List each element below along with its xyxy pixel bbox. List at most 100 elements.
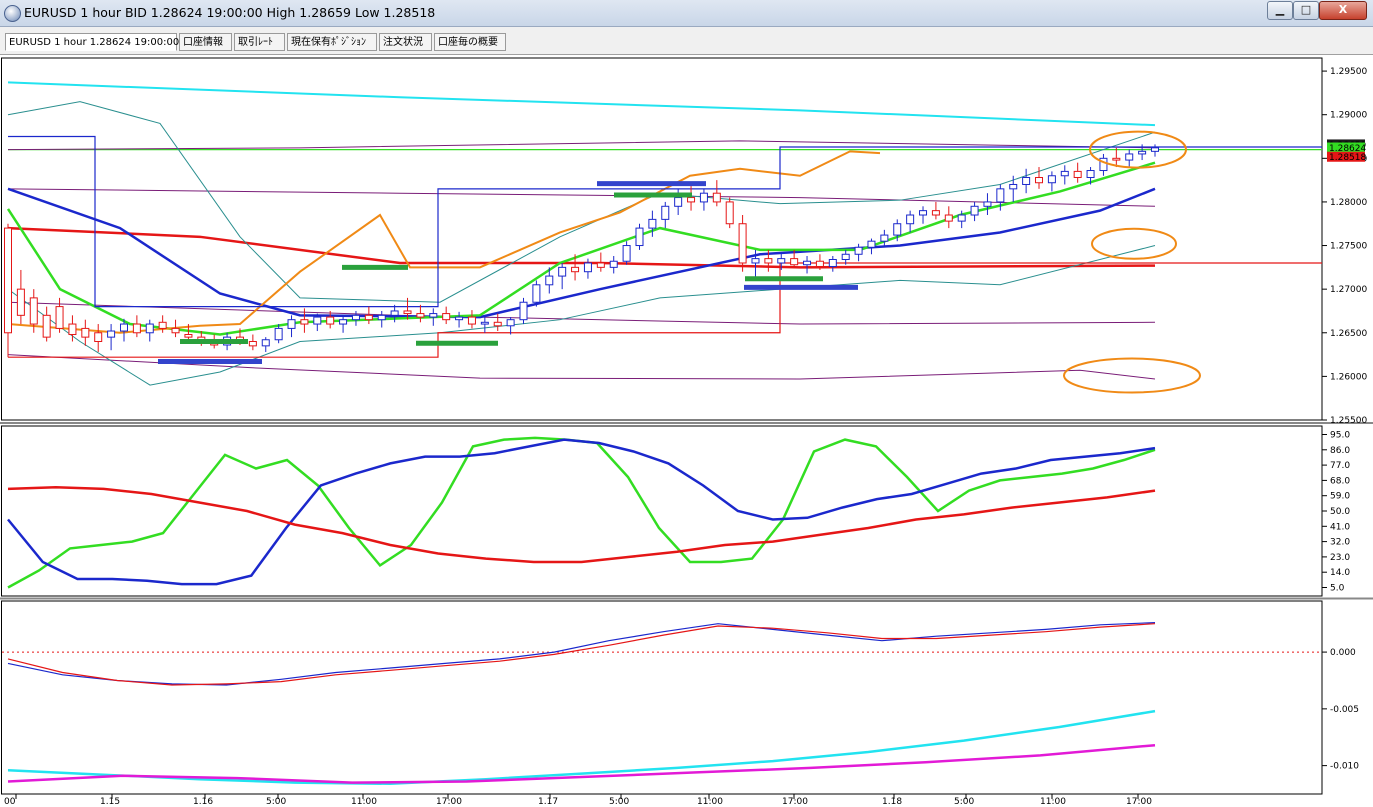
minimize-button[interactable]: ▁ — [1267, 1, 1293, 20]
x-tick-label: 17:00 — [782, 797, 808, 807]
candle-body — [107, 330, 116, 338]
y-tick-label: 77.0 — [1330, 461, 1350, 471]
candle-body — [1112, 157, 1121, 161]
y-tick-label: 32.0 — [1330, 538, 1350, 548]
candle-body — [983, 201, 992, 207]
candle-body — [158, 321, 167, 329]
candle-body — [1073, 170, 1082, 179]
x-tick-label: 1.18 — [882, 797, 902, 807]
candle-body — [4, 227, 12, 334]
tab-positions[interactable]: 現在保有ﾎﾟｼﾞｼｮﾝ — [287, 33, 377, 51]
candle-body — [261, 339, 270, 347]
tab-account-info[interactable]: 口座情報 — [179, 33, 232, 51]
candle-body — [815, 260, 824, 267]
candle-body — [1138, 150, 1147, 155]
x-tick-label: 11:00 — [697, 797, 723, 807]
chart-svg[interactable]: 1.295001.290001.285001.280001.275001.270… — [0, 54, 1373, 807]
candle-body — [583, 262, 592, 273]
tab-chart[interactable]: EURUSD 1 hour 1.28624 19:00:00 — [5, 33, 179, 51]
x-tick-label: 5:00 — [609, 797, 629, 807]
y-tick-label: 86.0 — [1330, 446, 1350, 456]
candle-body — [364, 314, 373, 321]
candle-body — [1060, 170, 1069, 177]
candle-body — [854, 246, 863, 255]
candle-body — [1009, 183, 1018, 190]
candle-body — [184, 334, 193, 338]
candle-body — [738, 223, 747, 264]
y-tick-label: 14.0 — [1330, 568, 1350, 578]
window-titlebar: EURUSD 1 hour BID 1.28624 19:00:00 High … — [0, 0, 1373, 27]
candle-body — [416, 313, 425, 318]
candle-body — [571, 266, 580, 273]
candle-body — [596, 262, 605, 268]
candle-body — [68, 323, 77, 336]
candle-body — [699, 192, 708, 203]
candle-body — [1086, 170, 1095, 179]
candle-body — [339, 319, 348, 325]
candle-body — [661, 205, 670, 220]
x-tick-label: 11:00 — [1040, 797, 1066, 807]
y-tick-label: 59.0 — [1330, 492, 1350, 502]
candle-body — [248, 340, 257, 347]
candle-body — [622, 245, 631, 262]
candle-body — [455, 316, 464, 321]
candle-body — [944, 214, 953, 222]
y-tick-label: -0.010 — [1330, 762, 1359, 772]
y-tick-label: 23.0 — [1330, 553, 1350, 563]
candle-body — [519, 301, 528, 321]
panel-frame-2 — [1, 600, 1323, 795]
candle-body — [532, 284, 541, 303]
candle-body — [725, 201, 734, 225]
y-tick-label: -0.005 — [1330, 705, 1359, 715]
tab-orders[interactable]: 注文状況 — [379, 33, 432, 51]
y-tick-label: 68.0 — [1330, 476, 1350, 486]
close-button[interactable]: X — [1319, 1, 1367, 20]
candle-body — [712, 192, 721, 203]
tab-rates[interactable]: 取引ﾚｰﾄ — [234, 33, 285, 51]
y-tick-label: 50.0 — [1330, 507, 1350, 517]
candle-body — [377, 314, 386, 321]
panel-frame-0 — [1, 57, 1323, 421]
candle-body — [931, 210, 940, 216]
candle-body — [326, 316, 335, 325]
candle-body — [777, 258, 786, 264]
candle-body — [81, 327, 90, 338]
candle-body — [996, 188, 1005, 203]
candle-body — [893, 223, 902, 236]
candle-body — [300, 319, 309, 325]
candle-body — [287, 319, 296, 329]
y-tick-label: 1.29500 — [1330, 67, 1367, 77]
y-tick-label: 5.0 — [1330, 584, 1345, 594]
candle-body — [42, 314, 51, 338]
candle-body — [467, 316, 476, 325]
candle-body — [351, 314, 360, 321]
y-tick-label: 1.26500 — [1330, 329, 1367, 339]
candle-body — [132, 323, 141, 334]
candle-body — [429, 313, 438, 318]
candle-body — [880, 234, 889, 242]
maximize-button[interactable]: □ — [1293, 1, 1319, 20]
window-title: EURUSD 1 hour BID 1.28624 19:00:00 High … — [24, 5, 436, 20]
candle-body — [313, 316, 322, 325]
y-tick-label: 41.0 — [1330, 522, 1350, 532]
candle-body — [674, 197, 683, 207]
candle-body — [171, 327, 180, 334]
app-globe-icon — [4, 5, 21, 22]
candle-body — [545, 275, 554, 286]
candle-body — [493, 321, 502, 327]
x-tick-label: 5:00 — [954, 797, 974, 807]
candle-body — [390, 310, 399, 316]
candle-body — [94, 332, 103, 342]
candle-body — [957, 214, 966, 222]
candle-body — [480, 321, 489, 325]
y-tick-label: 1.28000 — [1330, 198, 1367, 208]
candle-body — [635, 227, 644, 247]
y-tick-label: 1.27500 — [1330, 242, 1367, 252]
candle-body — [1125, 153, 1134, 161]
x-tick-label: 17:00 — [1126, 797, 1152, 807]
current-price-label: 1.28518 — [1329, 153, 1366, 163]
chart-area[interactable]: 1.295001.290001.285001.280001.275001.270… — [0, 54, 1373, 807]
candle-body — [145, 323, 154, 334]
y-tick-label: 1.27000 — [1330, 285, 1367, 295]
tab-account-summary[interactable]: 口座毎の概要 — [434, 33, 506, 51]
